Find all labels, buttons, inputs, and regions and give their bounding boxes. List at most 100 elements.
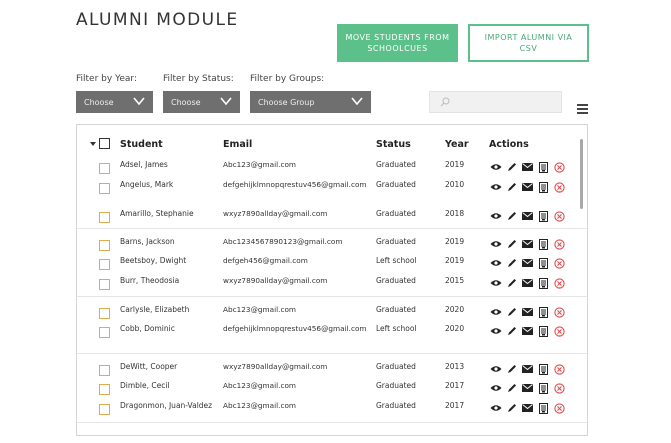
eye-icon[interactable] [489,325,502,337]
row-checkbox[interactable] [99,259,110,270]
student-name: Angelus, Mark [120,180,174,189]
delete-icon[interactable] [553,181,566,193]
student-email: defgehijklmnopqrestuv456@gmail.com [223,180,367,189]
eye-icon[interactable] [489,257,502,269]
row-checkbox[interactable] [99,384,110,395]
alumni-table: Student Email Status Year Actions Adsel,… [76,124,588,436]
student-name: Barns, Jackson [120,237,175,246]
document-icon[interactable] [537,306,550,318]
row-checkbox[interactable] [99,163,110,174]
envelope-icon[interactable] [521,257,534,269]
delete-icon[interactable] [553,306,566,318]
eye-icon[interactable] [489,363,502,375]
header-email[interactable]: Email [223,139,252,150]
delete-icon[interactable] [553,238,566,250]
document-icon[interactable] [537,257,550,269]
student-name: Dimble, Cecil [120,381,170,390]
move-students-button[interactable]: MOVE STUDENTS FROM SCHOOLCUES [337,24,458,62]
eye-icon[interactable] [489,161,502,173]
pencil-icon[interactable] [505,257,518,269]
eye-icon[interactable] [489,402,502,414]
eye-icon[interactable] [489,277,502,289]
pencil-icon[interactable] [505,210,518,222]
document-icon[interactable] [537,325,550,337]
envelope-icon[interactable] [521,161,534,173]
student-status: Graduated [376,305,416,314]
chevron-down-icon [220,97,232,106]
pencil-icon[interactable] [505,325,518,337]
document-icon[interactable] [537,210,550,222]
eye-icon[interactable] [489,306,502,318]
scrollbar[interactable] [580,139,583,209]
envelope-icon[interactable] [521,325,534,337]
page-title: ALUMNI MODULE [76,10,239,30]
pencil-icon[interactable] [505,161,518,173]
eye-icon[interactable] [489,181,502,193]
table-row: Burr, Theodosia wxyz7890allday@gmail.com… [77,276,587,296]
menu-icon[interactable] [577,104,588,114]
student-year: 2013 [445,362,465,371]
import-alumni-button[interactable]: IMPORT ALUMNI VIA CSV [468,24,589,62]
row-checkbox[interactable] [99,240,110,251]
document-icon[interactable] [537,402,550,414]
document-icon[interactable] [537,277,550,289]
pencil-icon[interactable] [505,363,518,375]
eye-icon[interactable] [489,382,502,394]
document-icon[interactable] [537,238,550,250]
status-select[interactable]: Choose [163,91,240,113]
caret-down-icon[interactable] [90,142,96,146]
search-input[interactable] [429,91,562,113]
year-select[interactable]: Choose [76,91,153,113]
delete-icon[interactable] [553,161,566,173]
row-checkbox[interactable] [99,183,110,194]
delete-icon[interactable] [553,277,566,289]
search-icon [440,97,450,107]
row-actions [489,257,566,269]
envelope-icon[interactable] [521,238,534,250]
eye-icon[interactable] [489,210,502,222]
delete-icon[interactable] [553,257,566,269]
envelope-icon[interactable] [521,181,534,193]
student-email: wxyz7890allday@gmail.com [223,209,328,218]
pencil-icon[interactable] [505,238,518,250]
student-year: 2017 [445,401,465,410]
pencil-icon[interactable] [505,306,518,318]
header-year[interactable]: Year [445,139,469,150]
row-checkbox[interactable] [99,327,110,338]
eye-icon[interactable] [489,238,502,250]
document-icon[interactable] [537,181,550,193]
filter-year-label: Filter by Year: [76,74,137,84]
document-icon[interactable] [537,161,550,173]
pencil-icon[interactable] [505,382,518,394]
header-student[interactable]: Student [120,139,163,150]
row-checkbox[interactable] [99,308,110,319]
row-actions [489,277,566,289]
document-icon[interactable] [537,363,550,375]
row-checkbox[interactable] [99,365,110,376]
delete-icon[interactable] [553,325,566,337]
student-name: Beetsboy, Dwight [120,256,187,265]
envelope-icon[interactable] [521,277,534,289]
pencil-icon[interactable] [505,181,518,193]
row-actions [489,363,566,375]
envelope-icon[interactable] [521,210,534,222]
header-status[interactable]: Status [376,139,411,150]
row-checkbox[interactable] [99,279,110,290]
row-checkbox[interactable] [99,404,110,415]
student-name: Burr, Theodosia [120,276,180,285]
document-icon[interactable] [537,382,550,394]
envelope-icon[interactable] [521,402,534,414]
row-checkbox[interactable] [99,212,110,223]
delete-icon[interactable] [553,402,566,414]
envelope-icon[interactable] [521,306,534,318]
pencil-icon[interactable] [505,402,518,414]
envelope-icon[interactable] [521,363,534,375]
delete-icon[interactable] [553,363,566,375]
delete-icon[interactable] [553,382,566,394]
pencil-icon[interactable] [505,277,518,289]
select-all-checkbox[interactable] [99,138,110,149]
groups-select[interactable]: Choose Group [250,91,371,113]
envelope-icon[interactable] [521,382,534,394]
group-divider [77,296,587,297]
delete-icon[interactable] [553,210,566,222]
